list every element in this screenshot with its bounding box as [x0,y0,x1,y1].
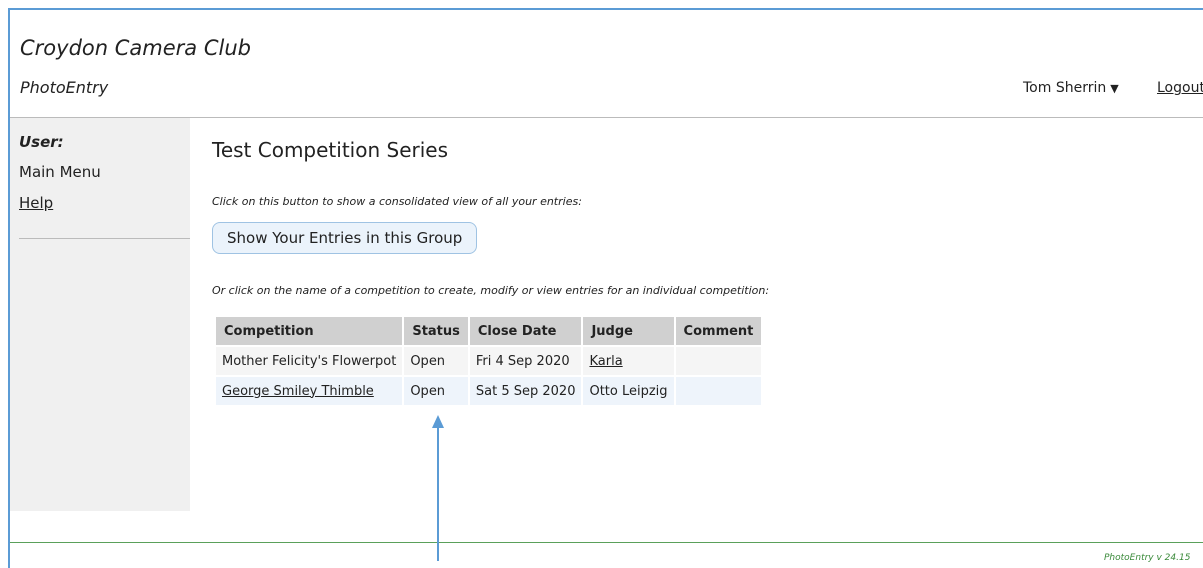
site-title: Croydon Camera Club [20,36,251,60]
column-header-competition: Competition [216,317,403,345]
table-row: George Smiley Thimble Open Sat 5 Sep 202… [216,377,762,405]
logout-link[interactable]: Logout [1157,80,1203,96]
competition-status: Open [404,377,468,405]
column-header-judge: Judge [583,317,674,345]
version-label: PhotoEntry v 24.15 [1104,553,1191,563]
competition-status: Open [404,347,468,375]
user-menu[interactable]: Tom Sherrin ▼ [1023,80,1119,96]
sidebar-item-help[interactable]: Help [19,194,53,212]
competition-link[interactable]: George Smiley Thimble [222,384,374,399]
table-header-row: Competition Status Close Date Judge Comm… [216,317,762,345]
show-entries-button[interactable]: Show Your Entries in this Group [212,222,478,254]
table-row: Mother Felicity's Flowerpot Open Fri 4 S… [216,347,762,375]
column-header-status: Status [404,317,468,345]
judge-link[interactable]: Karla [589,354,622,369]
caret-down-icon: ▼ [1110,82,1119,95]
competition-judge: Otto Leipzig [583,377,674,405]
competition-close-date: Fri 4 Sep 2020 [469,347,582,375]
competition-comment [675,377,762,405]
sidebar-item-main-menu[interactable]: Main Menu [19,163,101,181]
annotation-arrow-line [437,427,439,561]
competition-comment [675,347,762,375]
user-name: Tom Sherrin [1023,80,1107,96]
competition-judge: Karla [583,347,674,375]
competition-table: Competition Status Close Date Judge Comm… [214,315,763,407]
app-name: PhotoEntry [20,78,109,97]
competition-name: George Smiley Thimble [216,377,403,405]
page-frame: Croydon Camera Club PhotoEntry Tom Sherr… [8,8,1203,568]
instruction-text-2: Or click on the name of a competition to… [212,284,770,297]
competition-name: Mother Felicity's Flowerpot [216,347,403,375]
column-header-comment: Comment [675,317,762,345]
column-header-close-date: Close Date [469,317,582,345]
sidebar: User: Main Menu Help [10,118,190,511]
instruction-text-1: Click on this button to show a consolida… [212,195,582,208]
competition-close-date: Sat 5 Sep 2020 [469,377,582,405]
page-title: Test Competition Series [212,138,448,162]
sidebar-user-label: User: [19,133,64,151]
sidebar-divider [19,238,190,239]
footer-divider [10,542,1203,543]
